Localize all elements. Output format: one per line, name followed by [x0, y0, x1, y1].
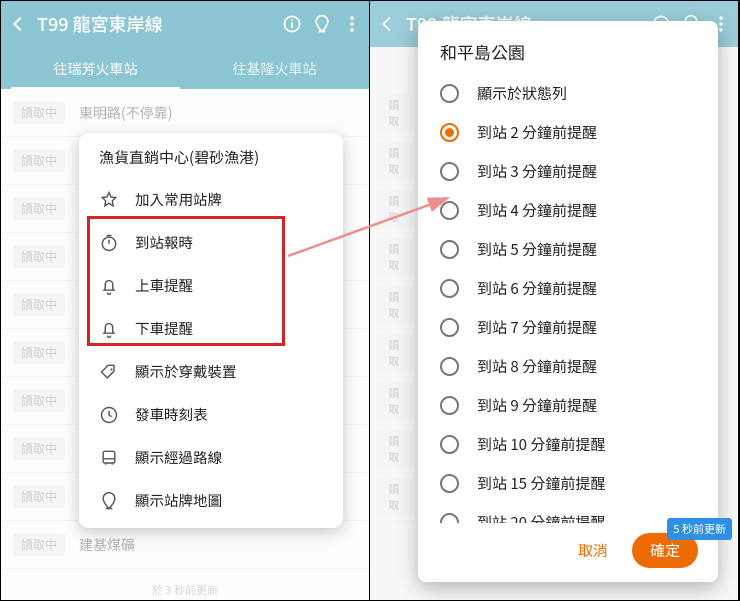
star-icon: [99, 190, 119, 210]
radio-icon: [440, 396, 459, 415]
menu-passing-routes[interactable]: 顯示經過路線: [79, 436, 343, 479]
radio-icon: [440, 162, 459, 181]
radio-icon: [440, 279, 459, 298]
menu-label: 顯示經過路線: [135, 447, 222, 468]
radio-option[interactable]: 到站 5 分鐘前提醒: [418, 230, 718, 269]
stop-actions-popup: 漁貨直銷中心(碧砂漁港) 加入常用站牌 到站報時 上車提醒: [79, 133, 343, 528]
radio-option[interactable]: 到站 9 分鐘前提醒: [418, 386, 718, 425]
menu-label: 到站報時: [135, 232, 193, 253]
radio-icon: [440, 435, 459, 454]
tag-icon: [99, 362, 119, 382]
radio-icon: [440, 513, 459, 523]
radio-option[interactable]: 到站 4 分鐘前提醒: [418, 191, 718, 230]
radio-option[interactable]: 到站 2 分鐘前提醒: [418, 113, 718, 152]
radio-option[interactable]: 顯示於狀態列: [418, 74, 718, 113]
menu-label: 上車提醒: [135, 275, 193, 296]
menu-label: 顯示站牌地圖: [135, 490, 222, 511]
left-screenshot: T99 龍宮東岸線 往瑞芳火車站 往基隆火車站 讀取中 東明路(不停靠) 讀取中…: [1, 1, 370, 600]
menu-arrival-announce[interactable]: 到站報時: [79, 221, 343, 264]
radio-icon: [440, 357, 459, 376]
radio-icon: [440, 201, 459, 220]
bell-icon: [99, 276, 119, 296]
menu-add-favorite[interactable]: 加入常用站牌: [79, 178, 343, 221]
radio-icon: [440, 474, 459, 493]
radio-icon: [440, 123, 459, 142]
menu-wearable[interactable]: 顯示於穿戴裝置: [79, 350, 343, 393]
bus-icon: [99, 448, 119, 468]
radio-list: 顯示於狀態列 到站 2 分鐘前提醒 到站 3 分鐘前提醒 到站 4 分鐘前提醒 …: [418, 72, 718, 523]
radio-option[interactable]: 到站 8 分鐘前提醒: [418, 347, 718, 386]
stopwatch-icon: [99, 233, 119, 253]
radio-option[interactable]: 到站 3 分鐘前提醒: [418, 152, 718, 191]
menu-label: 下車提醒: [135, 318, 193, 339]
right-screenshot: T99 龍宮東岸線 讀取 讀取 讀取 讀取 讀取 讀取 讀取 讀取 讀取 和平島…: [370, 1, 739, 600]
radio-icon: [440, 84, 459, 103]
menu-boarding-alert[interactable]: 上車提醒: [79, 264, 343, 307]
menu-alight-alert[interactable]: 下車提醒: [79, 307, 343, 350]
radio-icon: [440, 318, 459, 337]
map-pin-icon: [99, 491, 119, 511]
radio-icon: [440, 240, 459, 259]
reminder-dialog: 和平島公園 顯示於狀態列 到站 2 分鐘前提醒 到站 3 分鐘前提醒 到站 4 …: [418, 21, 718, 582]
popup-title: 漁貨直銷中心(碧砂漁港): [79, 147, 343, 178]
clock-icon: [99, 405, 119, 425]
menu-label: 加入常用站牌: [135, 189, 222, 210]
cancel-button[interactable]: 取消: [568, 534, 618, 567]
menu-label: 顯示於穿戴裝置: [135, 361, 237, 382]
radio-option[interactable]: 到站 6 分鐘前提醒: [418, 269, 718, 308]
menu-schedule[interactable]: 發車時刻表: [79, 393, 343, 436]
radio-option[interactable]: 到站 15 分鐘前提醒: [418, 464, 718, 503]
bell-icon: [99, 319, 119, 339]
radio-option[interactable]: 到站 7 分鐘前提醒: [418, 308, 718, 347]
menu-label: 發車時刻表: [135, 404, 208, 425]
dialog-title: 和平島公園: [418, 21, 718, 72]
menu-stop-map[interactable]: 顯示站牌地圖: [79, 479, 343, 522]
updated-corner-badge: 5 秒前更新: [667, 518, 732, 540]
radio-option[interactable]: 到站 10 分鐘前提醒: [418, 425, 718, 464]
